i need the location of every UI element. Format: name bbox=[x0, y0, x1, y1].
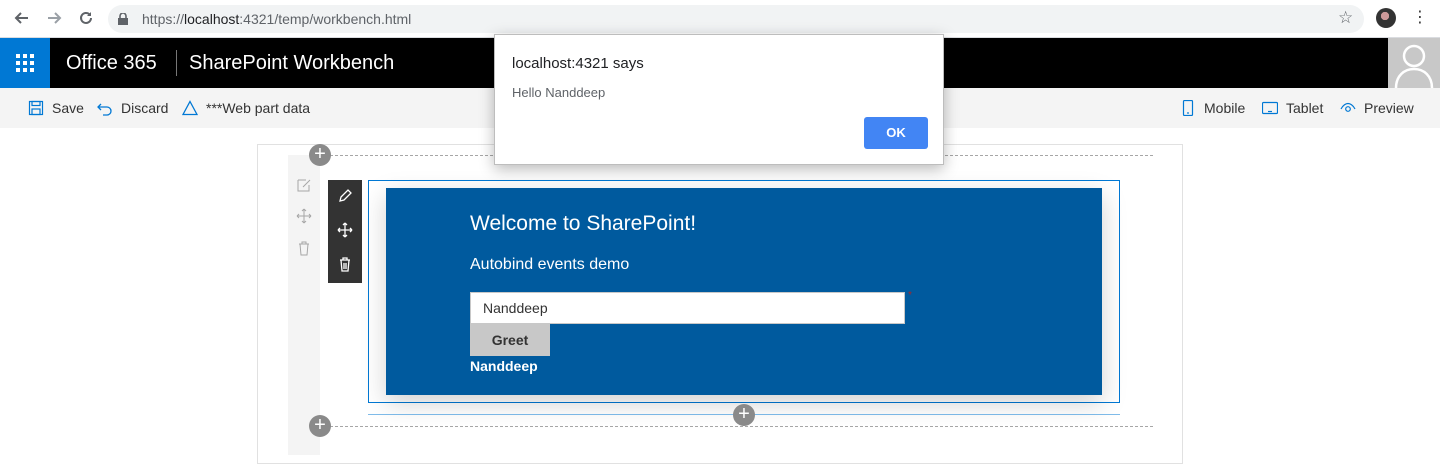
app-title: SharePoint Workbench bbox=[189, 52, 395, 74]
required-mark: * bbox=[908, 290, 912, 301]
save-label: Save bbox=[52, 100, 84, 116]
mobile-label: Mobile bbox=[1204, 100, 1246, 116]
bookmark-star-icon[interactable]: ☆ bbox=[1338, 8, 1353, 28]
save-button[interactable]: Save bbox=[28, 100, 84, 116]
user-avatar-icon[interactable] bbox=[1388, 38, 1440, 88]
eye-icon bbox=[1340, 102, 1356, 112]
browser-toolbar: https://localhost:4321/temp/workbench.ht… bbox=[0, 0, 1440, 38]
forward-arrow-icon[interactable] bbox=[44, 9, 64, 29]
reload-icon[interactable] bbox=[76, 9, 96, 29]
add-webpart-icon[interactable]: + bbox=[733, 404, 755, 426]
brand-label[interactable]: Office 365 bbox=[66, 52, 157, 75]
discard-button[interactable]: Discard bbox=[97, 100, 168, 116]
ok-button[interactable]: OK bbox=[864, 117, 928, 149]
webpart-title: Welcome to SharePoint! bbox=[470, 212, 697, 235]
preview-label: Preview bbox=[1364, 100, 1414, 116]
section-toolbar bbox=[288, 155, 320, 455]
delete-section-icon[interactable] bbox=[296, 240, 312, 256]
address-bar[interactable]: https://localhost:4321/temp/workbench.ht… bbox=[108, 5, 1364, 33]
mobile-button[interactable]: Mobile bbox=[1180, 100, 1245, 116]
mobile-icon bbox=[1182, 100, 1194, 116]
undo-icon bbox=[97, 103, 112, 116]
add-section-top-icon[interactable]: + bbox=[309, 144, 331, 166]
preview-button[interactable]: Preview bbox=[1340, 100, 1414, 116]
webpart-toolbar bbox=[328, 180, 362, 283]
url-text: https://localhost:4321/temp/workbench.ht… bbox=[142, 11, 412, 27]
alert-message: Hello Nanddeep bbox=[512, 85, 606, 100]
app-launcher-icon[interactable] bbox=[0, 38, 50, 88]
save-icon bbox=[28, 100, 44, 116]
delete-webpart-icon[interactable] bbox=[337, 256, 353, 272]
webpart-subtitle: Autobind events demo bbox=[470, 256, 630, 273]
alert-dialog: localhost:4321 says Hello Nanddeep OK bbox=[494, 34, 944, 165]
profile-avatar[interactable] bbox=[1376, 8, 1396, 28]
hello-world-webpart: Welcome to SharePoint! Autobind events d… bbox=[386, 188, 1102, 395]
move-webpart-icon[interactable] bbox=[337, 222, 353, 238]
greeting-output: Nanddeep bbox=[470, 358, 538, 374]
edit-pencil-icon[interactable] bbox=[337, 188, 353, 204]
add-section-bottom-icon[interactable]: + bbox=[309, 415, 331, 437]
discard-label: Discard bbox=[121, 100, 169, 116]
lock-icon bbox=[118, 13, 128, 25]
edit-section-icon[interactable] bbox=[296, 177, 312, 193]
alert-title: localhost:4321 says bbox=[512, 55, 644, 72]
greet-button[interactable]: Greet bbox=[470, 324, 550, 356]
menu-kebab-icon[interactable]: ⋮ bbox=[1412, 8, 1428, 28]
tablet-label: Tablet bbox=[1286, 100, 1324, 116]
move-section-icon[interactable] bbox=[296, 208, 312, 224]
triangle-icon bbox=[182, 100, 198, 116]
webpart-data-button[interactable]: ***Web part data bbox=[182, 100, 310, 116]
webpart-data-label: ***Web part data bbox=[206, 100, 311, 116]
tablet-icon bbox=[1262, 101, 1278, 115]
tablet-button[interactable]: Tablet bbox=[1262, 100, 1323, 116]
name-input[interactable]: Nanddeep bbox=[470, 292, 905, 324]
back-arrow-icon[interactable] bbox=[12, 9, 32, 29]
section-bottom-border bbox=[330, 426, 1153, 427]
suite-divider bbox=[176, 50, 177, 76]
